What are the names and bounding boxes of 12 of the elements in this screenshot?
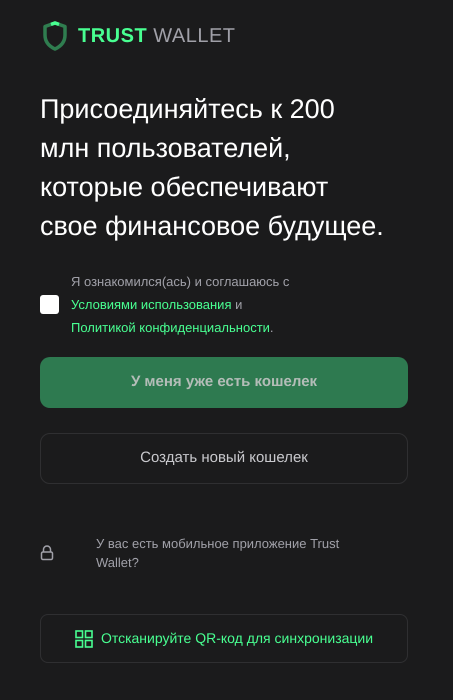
consent-text: Я ознакомился(ась) и соглашаюсь с Условиями использования и Политикой конфиденциальности. bbox=[71, 273, 290, 337]
mobile-app-text: У вас есть мобильное приложение Trust Wallet? bbox=[96, 535, 340, 572]
create-wallet-button[interactable]: Создать новый кошелек bbox=[40, 433, 408, 484]
scan-qr-button[interactable]: Отсканируйте QR-код для синхронизации bbox=[40, 614, 408, 663]
lock-icon bbox=[40, 545, 54, 561]
grid-icon bbox=[74, 630, 93, 648]
consent-checkbox[interactable] bbox=[40, 295, 59, 314]
terms-link[interactable]: Условиями использования bbox=[71, 297, 232, 312]
headline: Присоединяйтесь к 200 млн пользователей, которые обеспечивают свое финансовое будущее. bbox=[40, 93, 385, 243]
logo-text: TRUST WALLET bbox=[78, 24, 236, 49]
terms-link[interactable]: Политикой конфиденциальности bbox=[71, 320, 270, 335]
shield-logo-icon bbox=[42, 21, 68, 51]
